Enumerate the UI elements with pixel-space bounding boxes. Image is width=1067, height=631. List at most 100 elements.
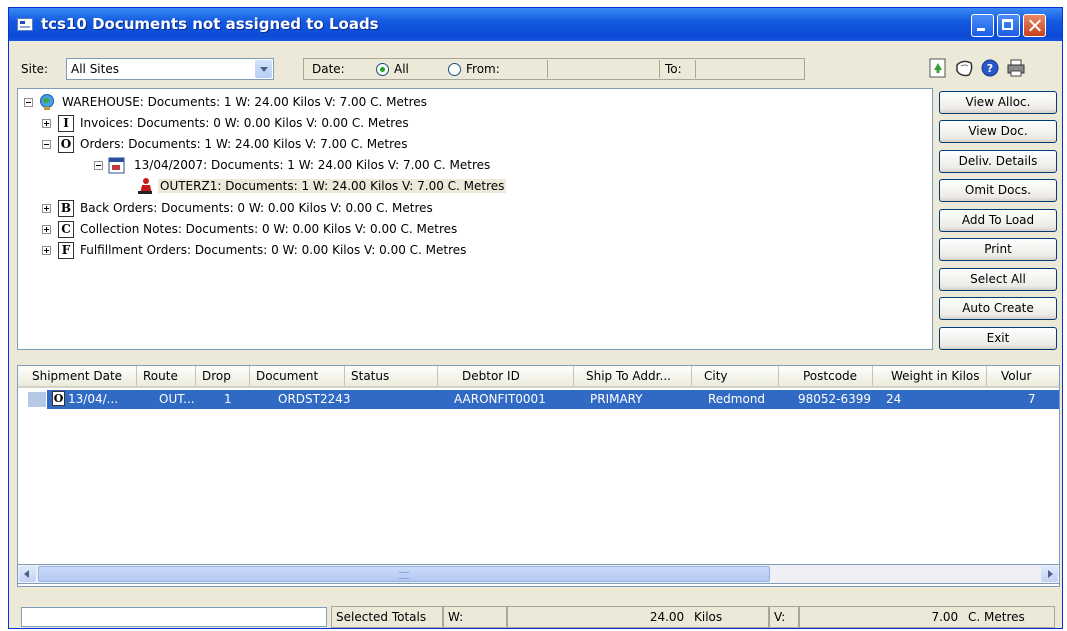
weight-unit: Kilos — [694, 610, 723, 624]
row-selector[interactable] — [28, 392, 46, 407]
print-button[interactable]: Print — [939, 238, 1057, 261]
scrollbar-thumb[interactable] — [38, 566, 770, 582]
date-all-radio[interactable] — [376, 63, 389, 76]
col-route[interactable]: Route — [137, 366, 196, 386]
col-ship-to-addr[interactable]: Ship To Addr... — [574, 366, 692, 386]
main-window: tcs10 Documents not assigned to Loads Si… — [8, 7, 1063, 629]
auto-create-button[interactable]: Auto Create — [939, 297, 1057, 320]
cell-status — [345, 391, 438, 408]
document-tree[interactable]: WAREHOUSE: Documents: 1 W: 24.00 Kilos V… — [17, 88, 933, 350]
col-postcode[interactable]: Postcode — [779, 366, 873, 386]
order-icon: O — [58, 136, 74, 153]
order-icon: O — [52, 391, 65, 406]
collapse-icon[interactable] — [94, 161, 103, 170]
view-alloc-button[interactable]: View Alloc. — [939, 91, 1057, 114]
refresh-icon[interactable] — [927, 57, 949, 79]
window-title: tcs10 Documents not assigned to Loads — [41, 15, 379, 33]
status-input[interactable] — [21, 607, 327, 627]
site-label: Site: — [21, 62, 49, 76]
date-from-radio[interactable] — [448, 63, 461, 76]
weight-total: 24.00 Kilos — [507, 606, 769, 628]
cell-debtor-id: AARONFIT0001 — [454, 392, 546, 406]
cell-drop: 1 — [224, 392, 232, 406]
tree-node-label: Back Orders: Documents: 0 W: 0.00 Kilos … — [80, 201, 433, 215]
fulfillment-order-icon: F — [58, 242, 74, 259]
col-volume[interactable]: Volur — [987, 366, 1059, 386]
col-status[interactable]: Status — [345, 366, 438, 386]
cell-weight: 24 — [886, 392, 902, 406]
table-row[interactable]: O 13/04/... OUT... 1 ORDST2243 AARONFIT0… — [18, 390, 1059, 409]
exit-button[interactable]: Exit — [939, 327, 1057, 350]
calendar-icon — [108, 157, 125, 174]
deliv-details-button[interactable]: Deliv. Details — [939, 150, 1057, 173]
col-drop[interactable]: Drop — [196, 366, 250, 386]
collapse-icon[interactable] — [42, 140, 51, 149]
expand-icon[interactable] — [42, 204, 51, 213]
tree-node-label: Invoices: Documents: 0 W: 0.00 Kilos V: … — [80, 116, 409, 130]
collapse-icon[interactable] — [24, 98, 33, 107]
date-to-label: To: — [665, 62, 682, 76]
expand-icon[interactable] — [42, 225, 51, 234]
expand-icon[interactable] — [42, 119, 51, 128]
to-date-field[interactable] — [695, 60, 804, 78]
tree-node-label: OUTERZ1: Documents: 1 W: 24.00 Kilos V: … — [158, 179, 507, 193]
route-person-icon — [138, 178, 152, 194]
documents-grid[interactable]: Shipment Date Route Drop Document Status… — [17, 365, 1060, 587]
date-filter-group: Date: All From: To: — [303, 58, 805, 80]
selected-totals-label: Selected Totals — [331, 606, 443, 628]
volume-label: V: — [769, 606, 799, 628]
site-select-value: All Sites — [71, 62, 119, 76]
cell-city: Redmond — [708, 392, 766, 406]
omit-docs-button[interactable]: Omit Docs. — [939, 179, 1057, 202]
cell-volume: 7 — [1028, 392, 1036, 406]
grid-header: Shipment Date Route Drop Document Status… — [18, 366, 1059, 388]
add-to-load-button[interactable]: Add To Load — [939, 209, 1057, 232]
view-doc-button[interactable]: View Doc. — [939, 120, 1057, 143]
volume-total: 7.00 C. Metres — [799, 606, 1055, 628]
col-document[interactable]: Document — [250, 366, 345, 386]
tree-node-label: Fulfillment Orders: Documents: 0 W: 0.00… — [80, 243, 467, 257]
chevron-down-icon[interactable] — [255, 60, 272, 78]
close-button[interactable] — [1023, 14, 1046, 37]
maximize-button[interactable] — [997, 14, 1020, 37]
app-icon[interactable] — [17, 18, 33, 31]
printer-icon[interactable] — [1005, 57, 1027, 79]
col-weight[interactable]: Weight in Kilos — [873, 366, 987, 386]
title-bar[interactable]: tcs10 Documents not assigned to Loads — [9, 8, 1062, 41]
tree-node-label: Orders: Documents: 1 W: 24.00 Kilos V: 7… — [80, 137, 408, 151]
cell-route: OUT... — [159, 392, 195, 406]
date-all-label: All — [394, 62, 409, 76]
to-label-cell: To: — [659, 60, 695, 78]
warehouse-icon — [40, 94, 54, 110]
date-from-label: From: — [466, 62, 500, 76]
svg-text:?: ? — [987, 62, 993, 75]
tree-node-label: Collection Notes: Documents: 0 W: 0.00 K… — [80, 222, 458, 236]
cell-ship-to-addr: PRIMARY — [590, 392, 643, 406]
invoice-icon: I — [58, 115, 74, 132]
col-shipment-date[interactable]: Shipment Date — [18, 366, 137, 386]
from-date-field[interactable] — [547, 60, 659, 78]
collection-note-icon: C — [58, 221, 74, 238]
weight-label: W: — [443, 606, 507, 628]
cell-postcode: 98052-6399 — [798, 392, 872, 406]
horizontal-scrollbar[interactable] — [17, 564, 1060, 584]
back-order-icon: B — [58, 200, 74, 217]
scroll-left-icon[interactable] — [19, 566, 36, 582]
volume-value: 7.00 — [931, 610, 959, 624]
site-select[interactable]: All Sites — [66, 58, 274, 80]
weight-value: 24.00 — [649, 610, 685, 624]
col-city[interactable]: City — [692, 366, 779, 386]
scroll-right-icon[interactable] — [1041, 566, 1058, 582]
tree-node-label: WAREHOUSE: Documents: 1 W: 24.00 Kilos V… — [62, 95, 427, 109]
clear-icon[interactable] — [953, 57, 975, 79]
totals-bar: Selected Totals W: 24.00 Kilos V: 7.00 C… — [9, 604, 1062, 630]
minimize-button[interactable] — [971, 14, 994, 37]
select-all-button[interactable]: Select All — [939, 268, 1057, 291]
date-label: Date: — [312, 62, 345, 76]
help-icon[interactable]: ? — [979, 57, 1001, 79]
cell-shipment-date: 13/04/... — [68, 392, 119, 406]
volume-unit: C. Metres — [968, 610, 1025, 624]
tree-node-label: 13/04/2007: Documents: 1 W: 24.00 Kilos … — [134, 158, 491, 172]
col-debtor-id[interactable]: Debtor ID — [438, 366, 574, 386]
expand-icon[interactable] — [42, 246, 51, 255]
